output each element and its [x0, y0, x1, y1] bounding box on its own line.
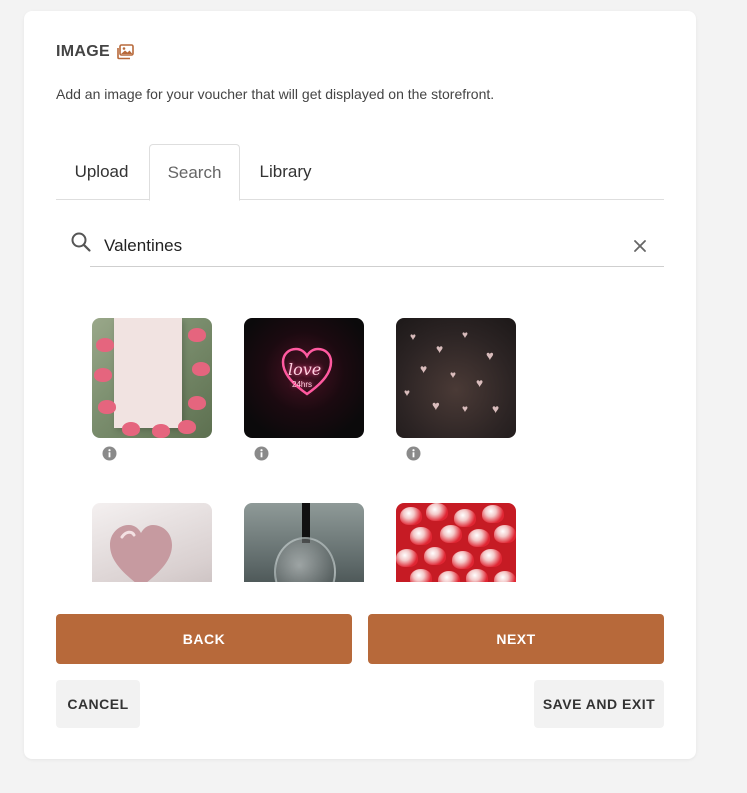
info-icon[interactable]	[102, 446, 117, 461]
images-icon	[116, 44, 134, 60]
search-results-grid: love 24hrs ♥ ♥ ♥ ♥ ♥ ♥ ♥ ♥ ♥ ♥ ♥	[80, 296, 664, 582]
result-thumbnail-heart-gummies[interactable]	[396, 503, 516, 582]
info-icon[interactable]	[406, 446, 421, 461]
info-icon[interactable]	[254, 446, 269, 461]
result-item	[396, 503, 516, 582]
result-item: love 24hrs	[244, 318, 364, 461]
tab-search[interactable]: Search	[149, 144, 240, 201]
tab-library[interactable]: Library	[240, 144, 331, 200]
voucher-image-card: IMAGE Add an image for your voucher that…	[24, 11, 696, 759]
search-field	[90, 225, 664, 267]
image-source-tabs: Upload Search Library	[56, 144, 664, 201]
cancel-button[interactable]: CANCEL	[56, 680, 140, 728]
search-icon	[70, 231, 92, 253]
close-icon[interactable]	[632, 238, 648, 254]
result-thumbnail-bokeh-hearts[interactable]: ♥ ♥ ♥ ♥ ♥ ♥ ♥ ♥ ♥ ♥ ♥	[396, 318, 516, 438]
result-thumbnail-neon-heart[interactable]: love 24hrs	[244, 318, 364, 438]
back-button[interactable]: BACK	[56, 614, 352, 664]
save-and-exit-button[interactable]: SAVE AND EXIT	[534, 680, 664, 728]
result-thumbnail-tulips[interactable]	[92, 318, 212, 438]
result-item: ♥ ♥ ♥ ♥ ♥ ♥ ♥ ♥ ♥ ♥ ♥	[396, 318, 516, 461]
result-item	[244, 503, 364, 582]
next-button[interactable]: NEXT	[368, 614, 664, 664]
search-input[interactable]	[104, 231, 604, 261]
section-title: IMAGE	[56, 43, 110, 60]
result-item	[92, 318, 212, 461]
result-thumbnail-light-bulb[interactable]	[244, 503, 364, 582]
result-item	[92, 503, 212, 582]
section-description: Add an image for your voucher that will …	[56, 86, 495, 102]
tab-upload[interactable]: Upload	[56, 144, 147, 200]
section-heading: IMAGE	[56, 43, 134, 61]
result-thumbnail-heart-balloon[interactable]	[92, 503, 212, 582]
